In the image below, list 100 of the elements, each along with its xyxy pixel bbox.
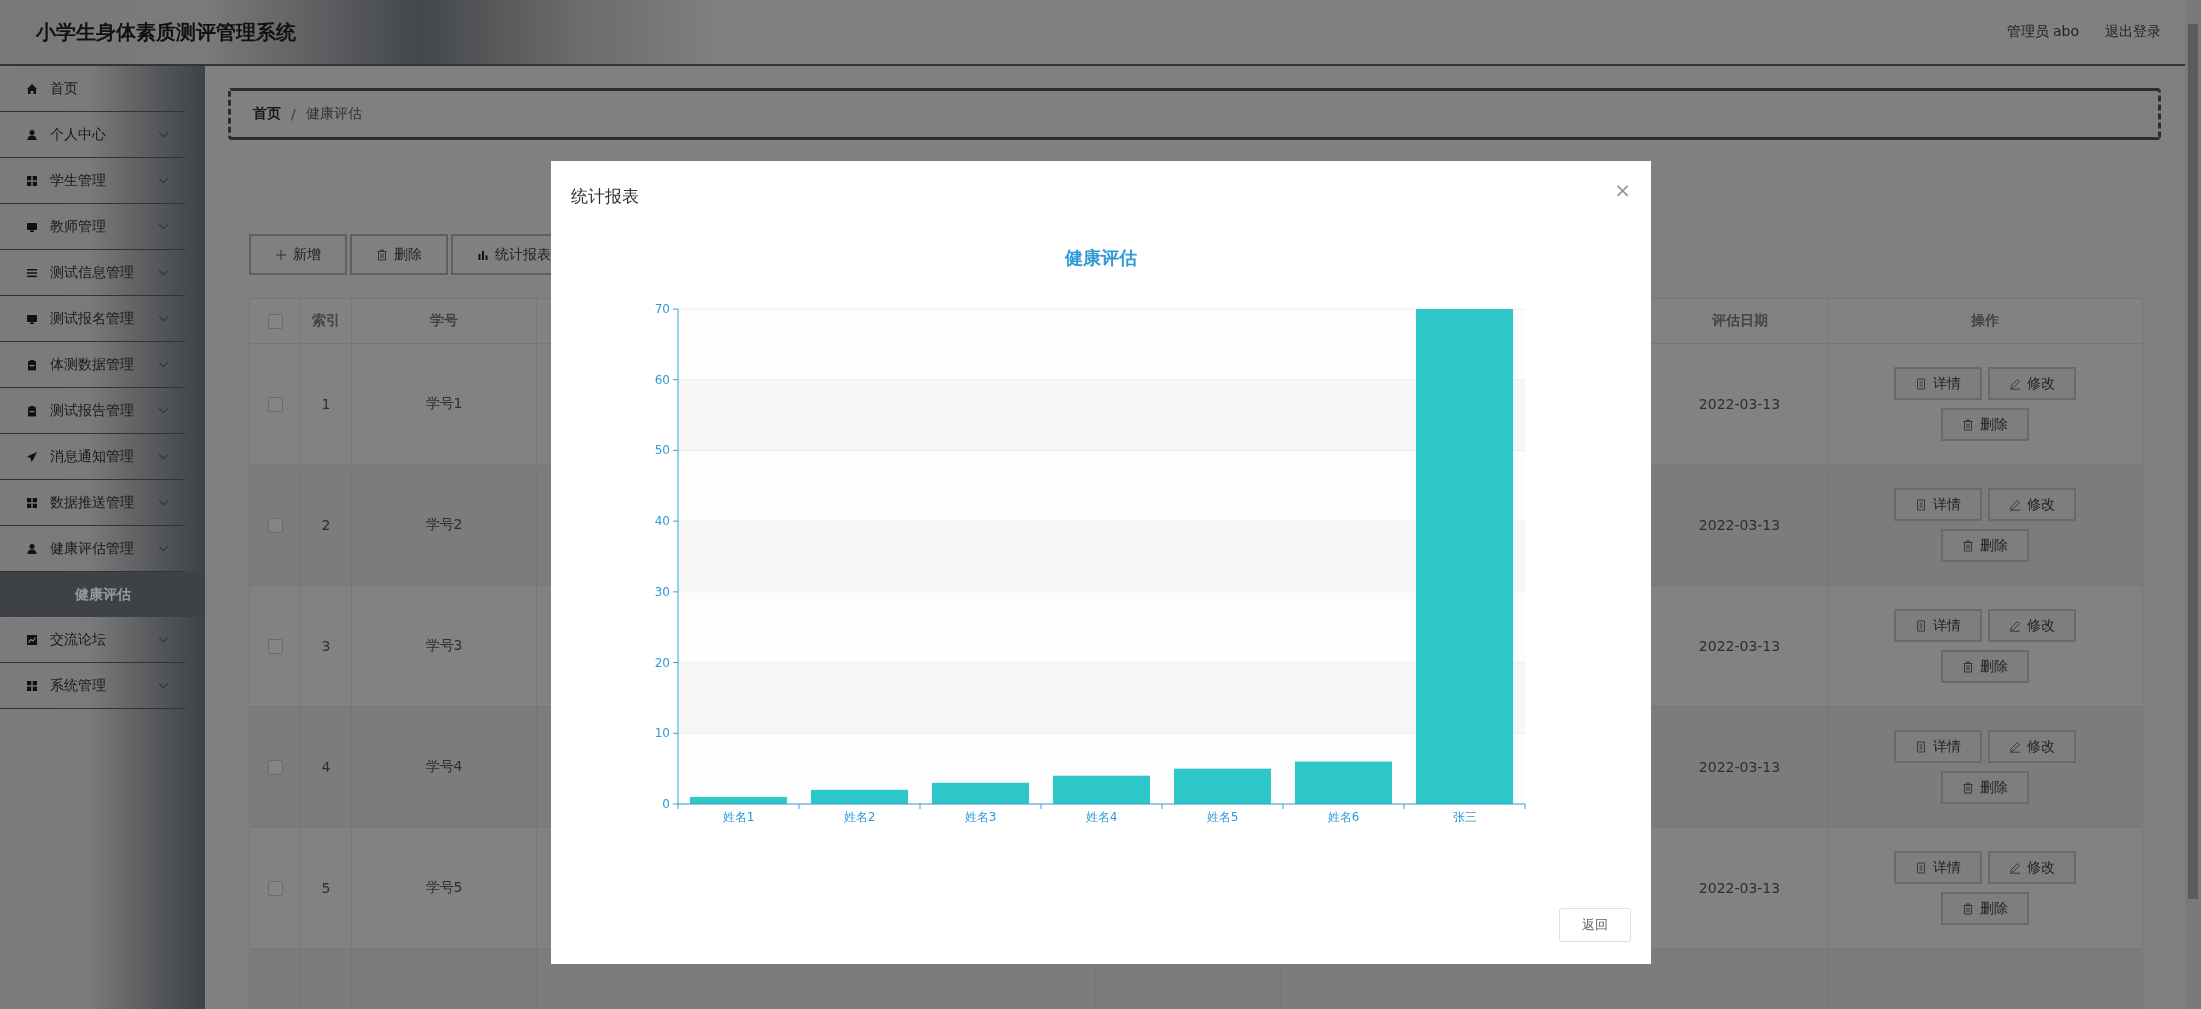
breadcrumb-link[interactable]: 健康评估	[305, 105, 362, 123]
chevron-down-icon	[158, 499, 169, 506]
user-label: 管理员 abo	[2006, 23, 2079, 41]
y-tick-label: 60	[654, 372, 670, 387]
y-tick-label: 40	[654, 514, 670, 529]
logout-link[interactable]: 退出登录	[2105, 23, 2161, 41]
y-tick-label: 0	[662, 797, 670, 811]
pencil-icon	[2009, 619, 2021, 632]
y-tick-label: 30	[654, 584, 670, 599]
row-action-button[interactable]: 修改	[1988, 851, 2076, 884]
row-action-button[interactable]: 修改	[1988, 488, 2076, 521]
row-action-button[interactable]: 详情	[1894, 488, 1982, 521]
chevron-down-icon	[158, 269, 169, 276]
menu-item[interactable]: 数据推送管理	[0, 480, 185, 526]
pencil-icon	[2009, 498, 2021, 511]
row-action-button[interactable]: 修改	[1988, 609, 2076, 642]
row-action-button[interactable]: 修改	[1988, 367, 2076, 400]
chevron-down-icon	[158, 682, 169, 689]
y-tick-label: 70	[654, 302, 670, 316]
chevron-down-icon	[158, 361, 169, 368]
bar-chart-icon	[477, 248, 489, 261]
document-icon	[1915, 619, 1927, 632]
chevron-down-icon	[158, 407, 169, 414]
y-tick-label: 20	[654, 655, 670, 670]
grid-icon	[26, 496, 38, 509]
user-icon	[26, 128, 38, 141]
row-checkbox[interactable]	[267, 396, 283, 412]
chart-title: 健康评估	[1063, 246, 1138, 270]
back-button[interactable]: 返回	[1559, 908, 1631, 942]
table-cell: 学号2	[352, 465, 537, 585]
list-icon	[26, 266, 38, 279]
home-icon	[26, 82, 38, 95]
table-cell: 3	[301, 586, 352, 706]
grid-icon	[26, 174, 38, 187]
chevron-down-icon	[158, 223, 169, 230]
row-action-button[interactable]: 删除	[1941, 529, 2029, 562]
toolbar-button[interactable]: 新增	[249, 234, 347, 275]
header-cell: 索引	[301, 299, 352, 343]
menu-item[interactable]: 教师管理	[0, 204, 185, 250]
trash-icon	[1962, 539, 1974, 552]
row-checkbox[interactable]	[267, 880, 283, 896]
row-action-button[interactable]: 详情	[1894, 367, 1982, 400]
breadcrumb-link[interactable]: 首页	[253, 105, 281, 123]
menu-item[interactable]: 交流论坛	[0, 617, 185, 663]
x-tick-label: 姓名4	[1085, 810, 1118, 824]
menu-item[interactable]: 学生管理	[0, 158, 185, 204]
document-icon	[1915, 498, 1927, 511]
table-cell: 1	[301, 344, 352, 464]
close-button[interactable]: ×	[1614, 178, 1631, 202]
clipboard-icon	[26, 404, 38, 417]
trash-icon	[1962, 781, 1974, 794]
table-cell: 5	[301, 828, 352, 948]
menu-item[interactable]: 测试报告管理	[0, 388, 185, 434]
table-cell: 4	[301, 707, 352, 827]
select-all-checkbox[interactable]	[267, 313, 283, 329]
row-action-button[interactable]: 删除	[1941, 650, 2029, 683]
header-cell-text: 操作	[1970, 311, 2000, 330]
table-cell: 2	[301, 465, 352, 585]
trash-icon	[1962, 660, 1974, 673]
chevron-down-icon	[158, 177, 169, 184]
scrollbar[interactable]	[2185, 0, 2201, 1009]
pencil-icon	[2009, 377, 2021, 390]
menu-item[interactable]: 体测数据管理	[0, 342, 185, 388]
chevron-down-icon	[158, 453, 169, 460]
monitor-icon	[26, 220, 38, 233]
row-action-button[interactable]: 删除	[1941, 408, 2029, 441]
menu-item[interactable]: 消息通知管理	[0, 434, 185, 480]
trash-icon	[376, 248, 388, 261]
y-tick-label: 10	[654, 726, 670, 741]
row-action-button[interactable]: 详情	[1894, 730, 1982, 763]
row-action-button[interactable]: 修改	[1988, 730, 2076, 763]
x-tick-label: 姓名1	[722, 810, 755, 824]
clipboard-icon	[26, 358, 38, 371]
row-action-button[interactable]: 详情	[1894, 609, 1982, 642]
x-tick-label: 姓名5	[1206, 810, 1239, 824]
toolbar-button[interactable]: 删除	[350, 234, 448, 275]
app-title: 小学生身体素质测评管理系统	[36, 18, 296, 46]
menu-item[interactable]: 个人中心	[0, 112, 185, 158]
row-checkbox[interactable]	[267, 759, 283, 775]
plus-icon	[275, 248, 287, 261]
x-tick-label: 姓名2	[843, 810, 876, 824]
menu-item[interactable]: 首页	[0, 66, 185, 112]
row-action-button[interactable]: 详情	[1894, 851, 1982, 884]
table-cell: 学号4	[352, 707, 537, 827]
pencil-icon	[2009, 740, 2021, 753]
document-icon	[1915, 740, 1927, 753]
row-action-button[interactable]: 删除	[1941, 771, 2029, 804]
table-cell: 学号3	[352, 586, 537, 706]
user-icon	[26, 542, 38, 555]
row-action-button[interactable]: 删除	[1941, 892, 2029, 925]
menu-item[interactable]: 测试报名管理	[0, 296, 185, 342]
row-checkbox[interactable]	[267, 517, 283, 533]
document-icon	[1915, 377, 1927, 390]
chart-icon	[26, 633, 38, 646]
menu-item[interactable]: 测试信息管理	[0, 250, 185, 296]
breadcrumb-separator: /	[291, 106, 296, 122]
x-tick-label: 姓名3	[964, 810, 997, 824]
menu-item[interactable]: 系统管理	[0, 663, 185, 709]
chevron-down-icon	[158, 545, 169, 552]
row-checkbox[interactable]	[267, 638, 283, 654]
